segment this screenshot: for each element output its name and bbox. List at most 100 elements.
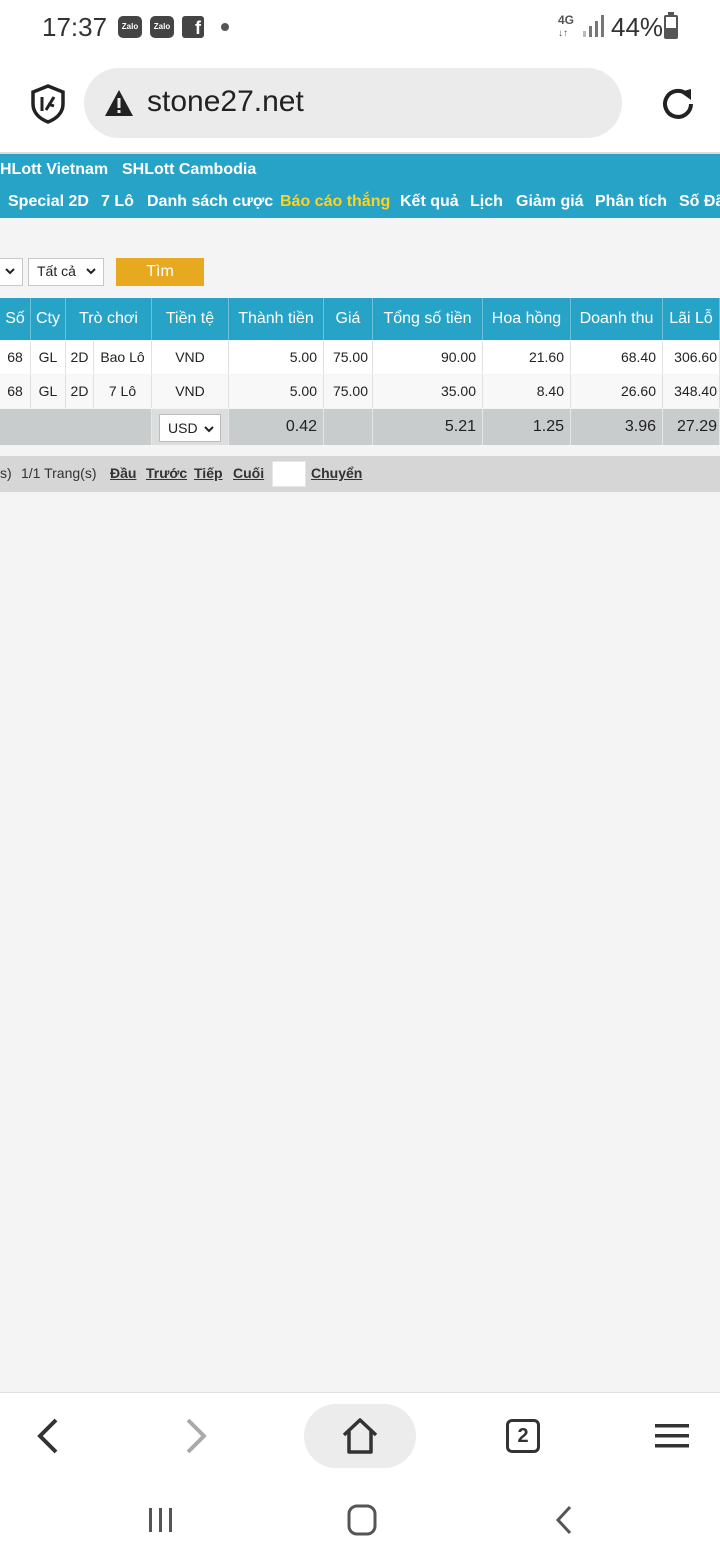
url-text[interactable]: stone27.net [147, 85, 304, 119]
nav-results[interactable]: Kết quả [400, 193, 459, 211]
shield-icon[interactable] [30, 84, 66, 124]
zalo-notification-icon: Zalo [150, 16, 174, 38]
browser-address-bar: stone27.net [0, 56, 720, 154]
cell-game-name: Bao Lô [94, 341, 152, 374]
cell-commission: 21.60 [483, 341, 571, 374]
cell-game-type: 2D [66, 341, 94, 374]
col-header: Hoa hồng [483, 298, 571, 340]
clock: 17:37 [42, 12, 108, 42]
total-amount: 0.42 [229, 409, 324, 445]
first-page-link[interactable]: Đầu [110, 465, 136, 481]
nav-discount[interactable]: Giảm giá [516, 193, 584, 211]
browser-toolbar: 2 [0, 1392, 720, 1479]
zalo-notification-icon: Zalo [118, 16, 142, 38]
back-icon[interactable] [34, 1417, 62, 1455]
nav-schedule[interactable]: Lịch [470, 193, 503, 211]
home-icon [342, 1418, 378, 1454]
home-button[interactable] [304, 1404, 416, 1468]
cell-total: 35.00 [373, 375, 483, 408]
nav-numbers[interactable]: Số Đã [679, 193, 720, 211]
site-nav-main: Special 2D 7 Lô Danh sách cược Báo cáo t… [0, 186, 720, 218]
chevron-down-icon [5, 268, 15, 275]
url-field[interactable]: stone27.net [84, 68, 622, 138]
cell-cty: GL [31, 341, 66, 374]
pagination-bar: s) 1/1 Trang(s) Đầu Trước Tiếp Cuối Chuy… [0, 456, 720, 492]
filter-select-2[interactable]: Tất cả [28, 258, 104, 286]
col-header: Giá [324, 298, 373, 340]
totals-row: 0.42 5.21 1.25 3.96 27.29 [0, 409, 720, 445]
col-header: Cty [31, 298, 66, 340]
facebook-notification-icon: f [182, 16, 204, 38]
currency-select[interactable]: USD [159, 414, 221, 442]
prev-page-link[interactable]: Trước [146, 465, 187, 481]
network-type: 4G ↓↑ [558, 13, 575, 39]
cell-profit: 348.40 [663, 375, 720, 408]
cell-amount: 5.00 [229, 375, 324, 408]
total-sum: 5.21 [373, 409, 483, 445]
nav-analysis[interactable]: Phân tích [595, 193, 667, 211]
col-header: Thành tiền [229, 298, 324, 340]
cell-so: 68 [0, 341, 31, 374]
totals-spacer [0, 409, 152, 445]
filter-select-2-value: Tất cả [37, 263, 76, 279]
cell-price: 75.00 [324, 341, 373, 374]
battery-percent: 44% [611, 12, 664, 42]
col-header: Số [0, 298, 31, 340]
cell-currency: VND [152, 375, 229, 408]
table-row: 68 GL 2D Bao Lô VND 5.00 75.00 90.00 21.… [0, 341, 720, 374]
recent-apps-icon[interactable] [147, 1506, 175, 1534]
signal-icon [583, 15, 604, 37]
table-row: 68 GL 2D 7 Lô VND 5.00 75.00 35.00 8.40 … [0, 375, 720, 408]
nav-shlott-cambodia[interactable]: SHLott Cambodia [122, 161, 256, 179]
total-price-empty [324, 409, 373, 445]
system-back-icon[interactable] [553, 1504, 575, 1536]
nav-win-report[interactable]: Báo cáo thắng [280, 193, 390, 211]
record-count: s) [0, 465, 12, 481]
nav-special-2d[interactable]: Special 2D [8, 193, 89, 211]
chevron-down-icon [204, 426, 214, 433]
total-profit: 27.29 [663, 409, 720, 445]
last-page-link[interactable]: Cuối [233, 465, 264, 481]
cell-cty: GL [31, 375, 66, 408]
site-nav-top: HLott Vietnam SHLott Cambodia [0, 154, 720, 186]
cell-revenue: 68.40 [571, 341, 663, 374]
cell-commission: 8.40 [483, 375, 571, 408]
table-header: Số Cty Trò chơi Tiền tệ Thành tiền Giá T… [0, 298, 720, 340]
currency-select-value: USD [168, 420, 198, 436]
status-bar: 17:37 Zalo Zalo f 4G ↓↑ 44% [0, 0, 720, 56]
cell-amount: 5.00 [229, 341, 324, 374]
filter-select-1[interactable] [0, 258, 23, 286]
battery-icon [664, 12, 678, 39]
nav-bet-list[interactable]: Danh sách cược [147, 193, 273, 211]
cell-so: 68 [0, 375, 31, 408]
system-navigation-bar [0, 1478, 720, 1560]
col-header: Tổng số tiền [373, 298, 483, 340]
total-revenue: 3.96 [571, 409, 663, 445]
search-button[interactable]: Tìm [116, 258, 204, 286]
cell-profit: 306.60 [663, 341, 720, 374]
col-header: Doanh thu [571, 298, 663, 340]
cell-game-name: 7 Lô [94, 375, 152, 408]
total-commission: 1.25 [483, 409, 571, 445]
cell-currency: VND [152, 341, 229, 374]
page-number-input[interactable] [272, 461, 306, 487]
cell-total: 90.00 [373, 341, 483, 374]
cell-game-type: 2D [66, 375, 94, 408]
system-home-icon[interactable] [347, 1504, 377, 1536]
more-notifications-dot [221, 23, 229, 31]
page-info: 1/1 Trang(s) [21, 465, 97, 481]
col-header: Trò chơi [66, 298, 152, 340]
go-page-link[interactable]: Chuyển [311, 465, 362, 481]
col-header: Lãi Lỗ [663, 298, 720, 340]
cell-price: 75.00 [324, 375, 373, 408]
warning-icon[interactable] [104, 89, 134, 117]
forward-icon[interactable] [182, 1417, 210, 1455]
tabs-button[interactable]: 2 [506, 1419, 540, 1453]
cell-revenue: 26.60 [571, 375, 663, 408]
next-page-link[interactable]: Tiếp [194, 465, 223, 481]
nav-7-lo[interactable]: 7 Lô [101, 193, 134, 211]
menu-icon[interactable] [655, 1423, 689, 1449]
nav-hlott-vietnam[interactable]: HLott Vietnam [0, 161, 108, 179]
chevron-down-icon [86, 268, 96, 275]
reload-icon[interactable] [658, 84, 698, 124]
